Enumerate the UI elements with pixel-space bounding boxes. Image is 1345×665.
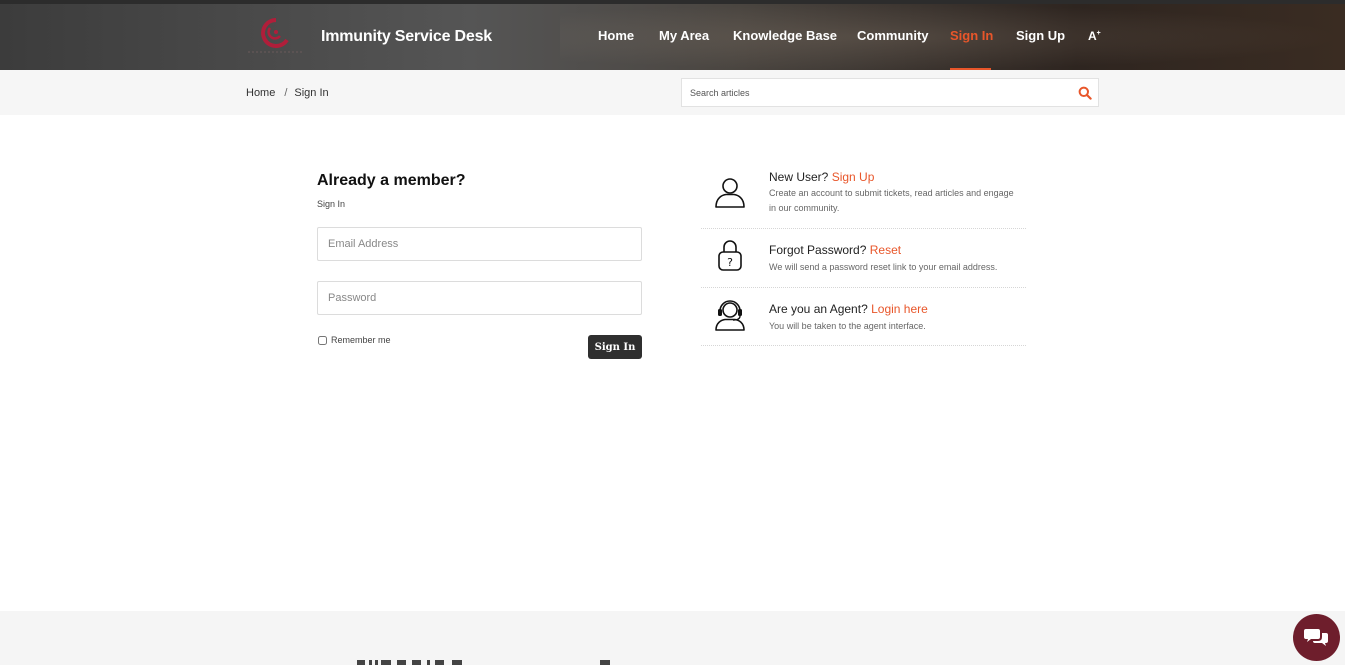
email-field-wrapper xyxy=(317,227,642,261)
sign-up-link[interactable]: Sign Up xyxy=(832,170,875,184)
password-field[interactable] xyxy=(318,282,641,314)
font-toggle-letter: A xyxy=(1088,29,1097,43)
remember-me-label: Remember me xyxy=(331,335,391,345)
email-field[interactable] xyxy=(318,228,641,260)
font-size-toggle[interactable]: A+ xyxy=(1088,29,1101,43)
remember-me: Remember me xyxy=(318,335,391,345)
info-forgot-password-question: Forgot Password? xyxy=(769,243,867,257)
nav-community[interactable]: Community xyxy=(857,28,929,43)
info-agent-desc: You will be taken to the agent interface… xyxy=(769,321,926,331)
chat-bubbles-icon xyxy=(1304,629,1328,646)
remember-me-checkbox[interactable] xyxy=(318,335,327,345)
chat-widget-button[interactable] xyxy=(1293,614,1340,661)
lock-question-icon: ? xyxy=(718,240,742,271)
info-agent-question: Are you an Agent? xyxy=(769,302,868,316)
info-new-user-question: New User? xyxy=(769,170,829,184)
info-agent: Are you an Agent? Login here You will be… xyxy=(701,288,1026,346)
search-box xyxy=(681,78,1099,107)
info-forgot-password: ? Forgot Password? Reset We will send a … xyxy=(701,229,1026,288)
login-title: Already a member? xyxy=(317,172,466,189)
breadcrumb-bar: Home / Sign In xyxy=(0,70,1345,115)
search-input[interactable] xyxy=(682,79,1072,106)
search-icon[interactable] xyxy=(1078,86,1092,100)
nav-sign-in[interactable]: Sign In xyxy=(950,28,993,43)
page-footer xyxy=(0,611,1345,665)
nav-home[interactable]: Home xyxy=(598,28,634,43)
footer-partial-heading-glyphs xyxy=(357,660,462,665)
password-field-wrapper xyxy=(317,281,642,315)
brand-logo-icon[interactable] xyxy=(246,14,306,60)
info-new-user: New User? Sign Up Create an account to s… xyxy=(701,167,1026,229)
sign-in-button[interactable]: Sign In xyxy=(588,335,642,359)
site-title[interactable]: Immunity Service Desk xyxy=(321,28,492,46)
svg-text:?: ? xyxy=(727,256,733,269)
reset-link[interactable]: Reset xyxy=(870,243,901,257)
info-forgot-password-heading: Forgot Password? Reset xyxy=(769,243,901,257)
breadcrumb: Home / Sign In xyxy=(246,87,329,99)
info-forgot-password-desc: We will send a password reset link to yo… xyxy=(769,262,998,272)
nav-knowledge-base[interactable]: Knowledge Base xyxy=(733,28,837,43)
breadcrumb-home[interactable]: Home xyxy=(246,87,275,99)
agent-headset-icon xyxy=(715,300,745,331)
info-agent-heading: Are you an Agent? Login here xyxy=(769,302,928,316)
footer-partial-glyph xyxy=(600,660,610,665)
nav-my-area[interactable]: My Area xyxy=(659,28,709,43)
breadcrumb-current: Sign In xyxy=(294,87,329,99)
site-header: Immunity Service Desk Home My Area Knowl… xyxy=(0,4,1345,70)
agent-login-link[interactable]: Login here xyxy=(871,302,928,316)
nav-sign-up[interactable]: Sign Up xyxy=(1016,28,1065,43)
info-new-user-heading: New User? Sign Up xyxy=(769,170,874,184)
info-new-user-desc: Create an account to submit tickets, rea… xyxy=(769,188,1014,213)
font-toggle-plus: + xyxy=(1096,30,1101,37)
login-subtitle: Sign In xyxy=(317,199,346,209)
breadcrumb-separator: / xyxy=(284,87,288,99)
user-icon xyxy=(715,178,745,208)
